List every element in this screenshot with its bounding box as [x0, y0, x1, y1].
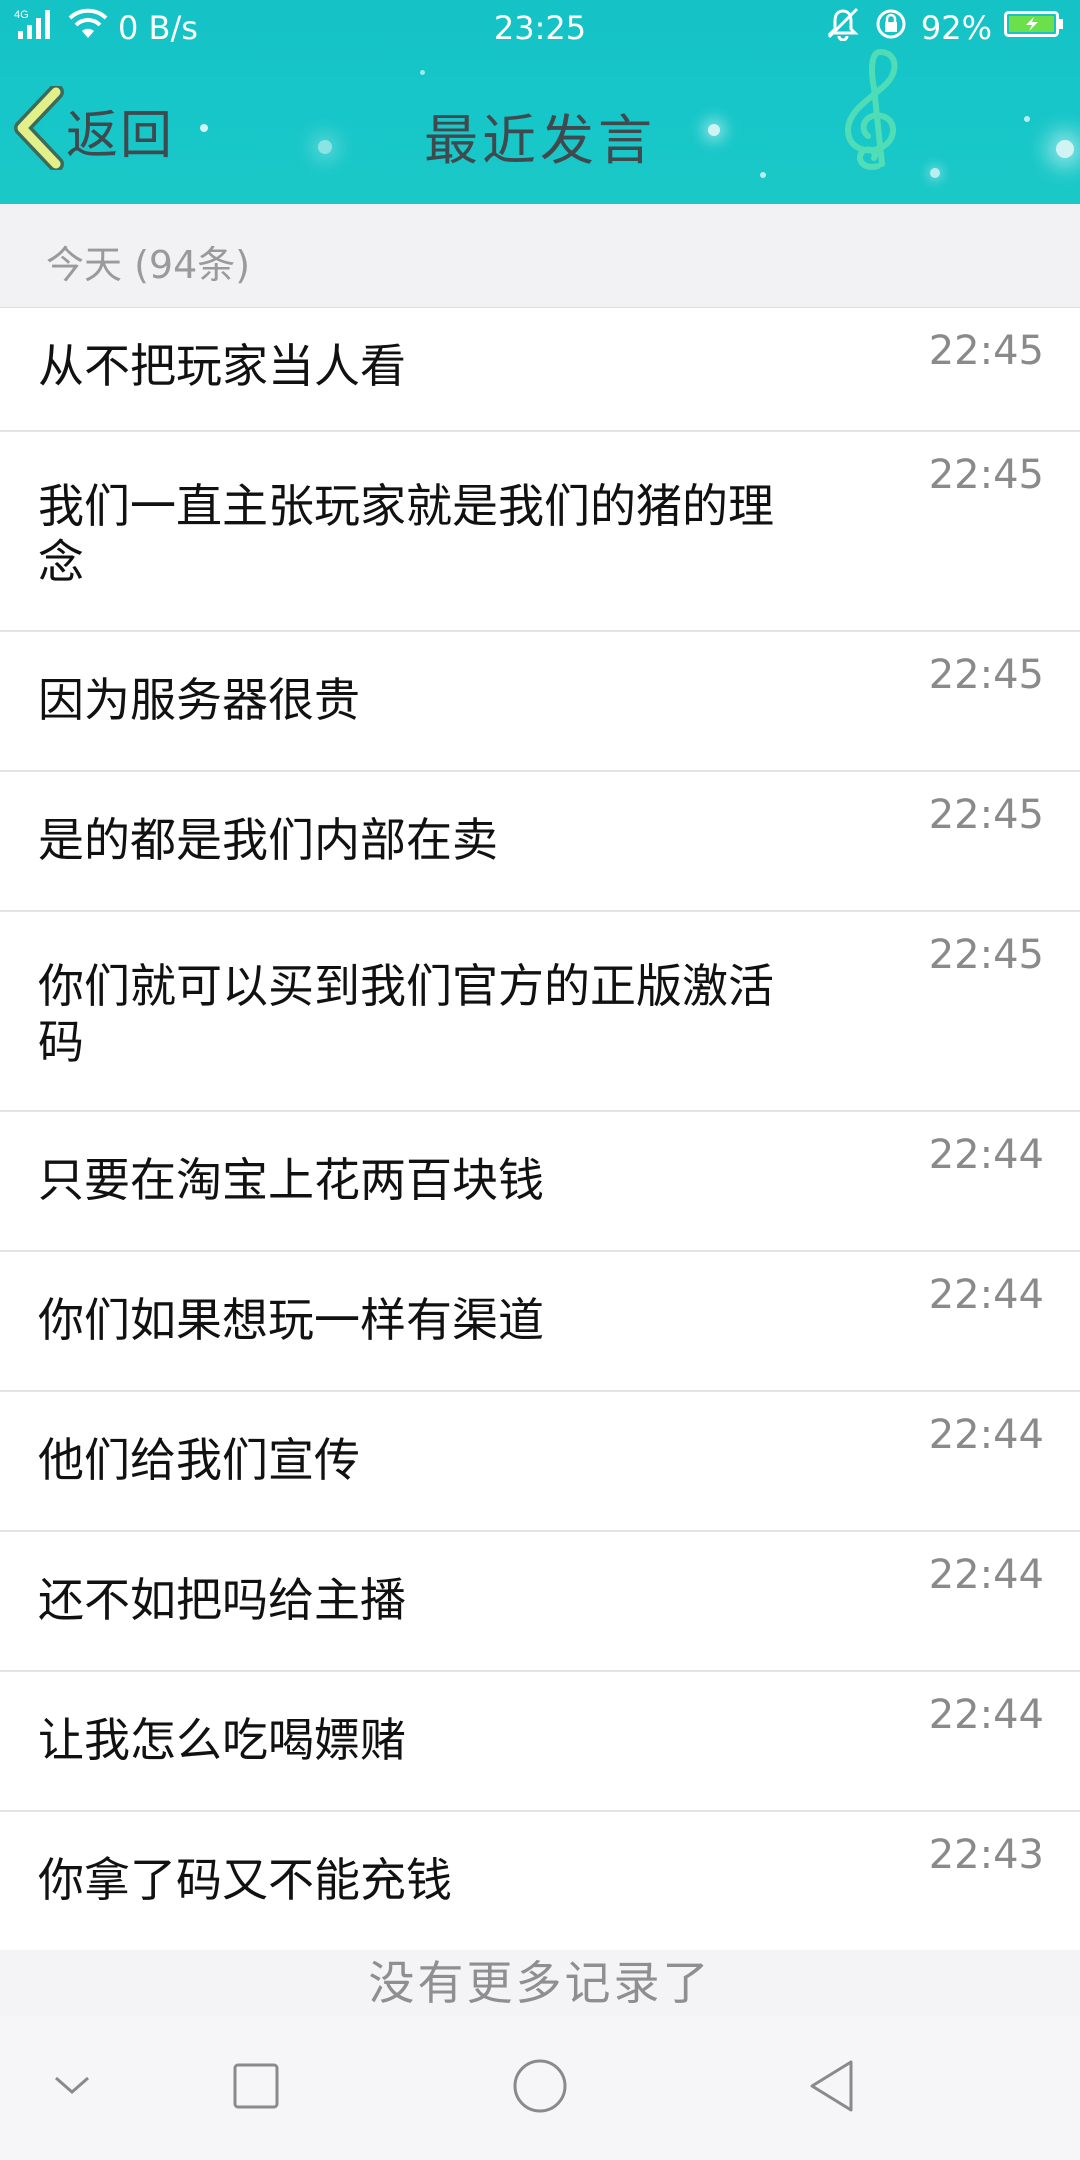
back-nav-button[interactable] — [800, 2056, 864, 2120]
message-text: 他们给我们宣传 — [38, 1433, 360, 1487]
app-header: 4G 0 B/s 23:25 92% 返回 最近发言 — [0, 0, 1080, 204]
vibrate-silent-icon — [825, 7, 861, 49]
message-text: 让我怎么吃喝嫖赌 — [38, 1713, 406, 1767]
message-time: 22:44 — [928, 1552, 1044, 1598]
list-item[interactable]: 他们给我们宣传 22:44 — [0, 1392, 1080, 1532]
no-more-records: 没有更多记录了 — [0, 1950, 1080, 2016]
message-text: 你拿了码又不能充钱 — [38, 1853, 452, 1907]
list-item[interactable]: 还不如把吗给主播 22:44 — [0, 1532, 1080, 1672]
message-time: 22:44 — [928, 1692, 1044, 1738]
rotation-lock-icon — [873, 7, 909, 49]
section-header-today: 今天 (94条) — [0, 204, 1080, 308]
message-text: 你们如果想玩一样有渠道 — [38, 1293, 544, 1347]
chevron-down-icon — [52, 2074, 92, 2102]
recents-button[interactable] — [224, 2056, 288, 2120]
message-time: 22:45 — [928, 792, 1044, 838]
hide-nav-button[interactable] — [40, 2056, 104, 2120]
message-text: 因为服务器很贵 — [38, 673, 360, 727]
message-time: 22:44 — [928, 1132, 1044, 1178]
battery-charging-icon — [1004, 9, 1064, 47]
status-right: 92% — [825, 7, 1064, 49]
message-text: 从不把玩家当人看 — [38, 339, 406, 393]
square-icon — [233, 2063, 279, 2113]
battery-percent: 92% — [920, 9, 992, 47]
message-time: 22:44 — [928, 1412, 1044, 1458]
triangle-back-icon — [807, 2059, 857, 2117]
message-text: 是的都是我们内部在卖 — [38, 813, 498, 867]
message-time: 22:45 — [928, 652, 1044, 698]
message-text: 你们就可以买到我们官方的正版激活码 — [38, 959, 774, 1069]
list-item[interactable]: 我们一直主张玩家就是我们的猪的理念 22:45 — [0, 432, 1080, 632]
message-text: 我们一直主张玩家就是我们的猪的理念 — [38, 479, 774, 589]
list-item[interactable]: 你拿了码又不能充钱 22:43 — [0, 1812, 1080, 1952]
title-bar: 返回 最近发言 — [0, 49, 1080, 204]
list-item[interactable]: 是的都是我们内部在卖 22:45 — [0, 772, 1080, 912]
message-time: 22:45 — [928, 452, 1044, 498]
list-item[interactable]: 只要在淘宝上花两百块钱 22:44 — [0, 1112, 1080, 1252]
message-text: 还不如把吗给主播 — [38, 1573, 406, 1627]
list-item[interactable]: 你们如果想玩一样有渠道 22:44 — [0, 1252, 1080, 1392]
system-nav-bar — [0, 2016, 1080, 2160]
treble-clef-icon — [820, 48, 930, 182]
list-item[interactable]: 让我怎么吃喝嫖赌 22:44 — [0, 1672, 1080, 1812]
no-more-label: 没有更多记录了 — [368, 1956, 712, 2010]
message-list: 从不把玩家当人看 22:45 我们一直主张玩家就是我们的猪的理念 22:45 因… — [0, 308, 1080, 1952]
list-item[interactable]: 因为服务器很贵 22:45 — [0, 632, 1080, 772]
message-time: 22:44 — [928, 1272, 1044, 1318]
message-time: 22:45 — [928, 932, 1044, 978]
message-time: 22:45 — [928, 328, 1044, 374]
message-text: 只要在淘宝上花两百块钱 — [38, 1153, 544, 1207]
list-item[interactable]: 你们就可以买到我们官方的正版激活码 22:45 — [0, 912, 1080, 1112]
message-time: 22:43 — [928, 1832, 1044, 1878]
circle-icon — [512, 2058, 568, 2118]
list-item[interactable]: 从不把玩家当人看 22:45 — [0, 308, 1080, 432]
section-label: 今天 (94条) — [46, 243, 251, 287]
home-button[interactable] — [508, 2056, 572, 2120]
